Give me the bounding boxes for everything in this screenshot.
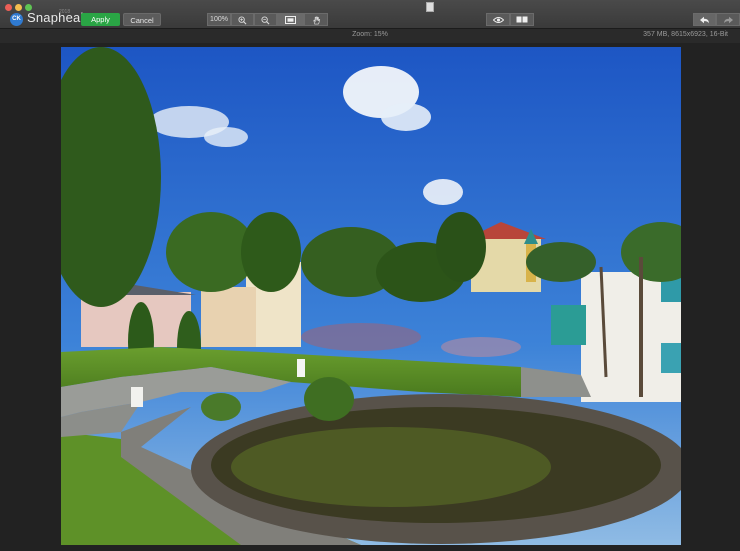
document-icon [426,2,434,12]
app-name: Snapheal [27,10,84,25]
photo-canvas[interactable] [61,47,681,545]
compare-icon [516,16,528,23]
preview-original-button[interactable] [486,13,510,26]
minimize-window-button[interactable] [15,4,22,11]
cancel-button[interactable]: Cancel [123,13,161,26]
image-info: 357 MB, 8615x6923, 16-Bit [643,31,728,38]
redo-icon [723,16,733,24]
apply-button[interactable]: Apply [81,13,120,26]
close-window-button[interactable] [5,4,12,11]
hand-tool-button[interactable] [304,13,328,26]
redo-button[interactable] [716,13,740,26]
zoom-out-button[interactable] [254,13,277,26]
photo-image [61,47,681,545]
zoom-level-button[interactable]: 100% [207,13,231,26]
undo-icon [700,16,709,24]
app-version: 2018 [59,9,71,15]
zoom-indicator: Zoom: 15% [352,31,388,38]
zoom-out-icon [261,16,270,25]
fit-screen-button[interactable] [277,13,304,26]
app-logo: CK [10,13,23,26]
zoom-in-icon [238,16,247,25]
zoom-in-button[interactable] [231,13,254,26]
fit-screen-icon [285,16,296,24]
compare-view-button[interactable] [510,13,534,26]
hand-icon [312,16,320,25]
toolbar: CK Snapheal 2018 Apply Cancel 100% [0,0,740,29]
undo-button[interactable] [693,13,716,26]
eye-icon [492,17,504,23]
